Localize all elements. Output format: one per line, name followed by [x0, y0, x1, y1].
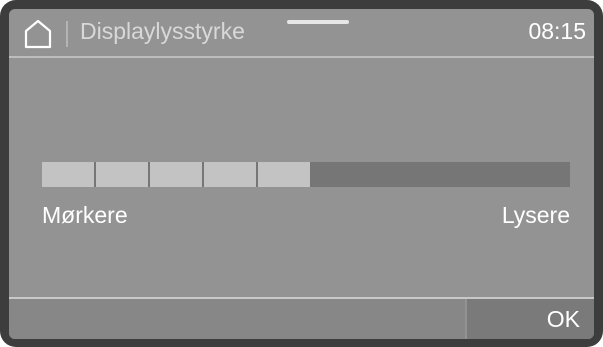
ok-button[interactable]: OK: [467, 299, 594, 339]
clock: 08:15: [528, 18, 586, 44]
brightness-level-fill: [42, 162, 312, 187]
header-rule: [9, 56, 594, 58]
page-title: Displaylysstyrke: [80, 18, 245, 44]
display-screen: Displaylysstyrke 08:15 Mørkere Lysere OK: [9, 9, 594, 339]
brightness-segment: [258, 162, 310, 187]
brightness-segment: [150, 162, 202, 187]
header-divider: [66, 21, 68, 47]
footer-empty-area: [9, 299, 465, 339]
darker-label: Mørkere: [42, 202, 128, 228]
brightness-slider[interactable]: [42, 162, 570, 187]
brightness-segment: [204, 162, 256, 187]
brightness-segment: [96, 162, 148, 187]
home-button[interactable]: [23, 19, 53, 49]
home-icon: [24, 19, 52, 49]
brighter-label: Lysere: [501, 202, 570, 228]
device-frame: Displaylysstyrke 08:15 Mørkere Lysere OK: [0, 0, 603, 347]
brightness-segment: [42, 162, 94, 187]
header-bar: Displaylysstyrke 08:15: [9, 9, 594, 55]
